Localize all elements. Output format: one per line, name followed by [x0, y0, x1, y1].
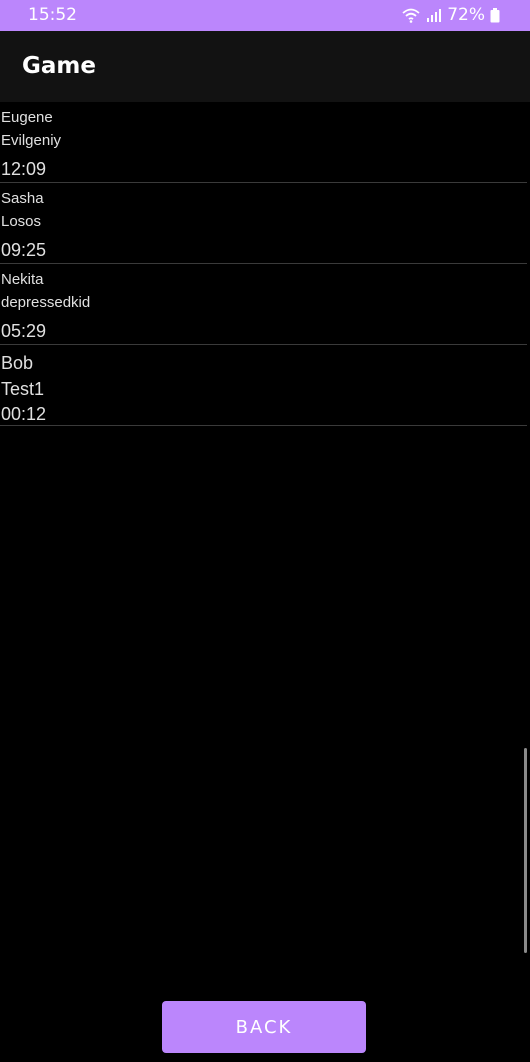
status-bar: 15:52 72%	[0, 0, 530, 31]
battery-percent: 72%	[447, 5, 485, 25]
player-nickname: Evilgeniy	[1, 132, 62, 149]
back-button[interactable]: BACK	[162, 1001, 366, 1053]
player-time: 12:09	[1, 159, 47, 179]
player-nickname: depressedkid	[1, 294, 91, 311]
player-name: Eugene	[1, 109, 53, 126]
signal-icon	[426, 7, 442, 23]
page-title: Game	[22, 53, 96, 79]
list-item[interactable]: Sasha Losos 09:25	[0, 183, 527, 264]
player-time: 05:29	[1, 321, 47, 341]
scrollbar[interactable]	[524, 748, 527, 953]
wifi-icon	[401, 7, 421, 23]
list-item[interactable]: Bob Test1 00:12	[0, 345, 527, 426]
list-item[interactable]: Eugene Evilgeniy 12:09	[0, 102, 527, 183]
player-nickname: Test1	[1, 379, 45, 399]
player-name: Sasha	[1, 190, 44, 207]
list-item[interactable]: Nekita depressedkid 05:29	[0, 264, 527, 345]
player-nickname: Losos	[1, 213, 42, 230]
player-name: Nekita	[1, 271, 44, 288]
status-icons: 72%	[401, 5, 500, 25]
player-name: Bob	[1, 353, 34, 373]
status-time: 15:52	[28, 5, 77, 25]
player-time: 00:12	[1, 404, 47, 424]
app-bar: Game	[0, 31, 530, 102]
scores-list[interactable]: Eugene Evilgeniy 12:09 Sasha Losos 09:25…	[0, 102, 527, 426]
player-time: 09:25	[1, 240, 47, 260]
battery-icon	[490, 7, 500, 23]
